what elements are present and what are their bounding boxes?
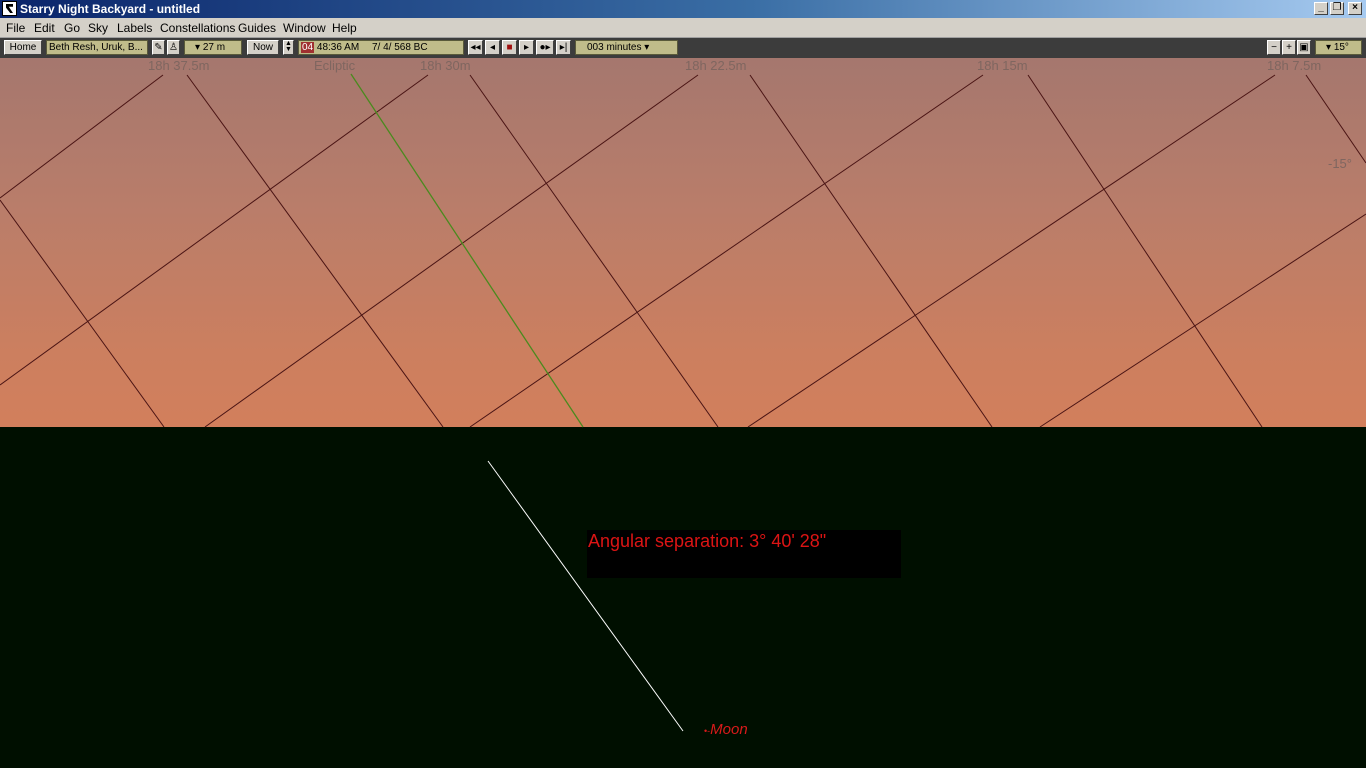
grid-line — [469, 74, 719, 428]
grid-line — [0, 199, 165, 428]
grid-line — [1039, 213, 1366, 428]
ecliptic-line — [350, 73, 584, 428]
grid-line — [1305, 74, 1366, 164]
ra-label-18h22-5m: 18h 22.5m — [685, 58, 747, 73]
moon-label[interactable]: •-Moon — [704, 721, 748, 738]
grid-line — [1027, 74, 1263, 428]
grid-line — [204, 74, 699, 428]
ra-label-18h15m: 18h 15m — [977, 58, 1028, 73]
ra-label-18h7-5m: 18h 7.5m — [1267, 58, 1322, 73]
grid-line — [0, 74, 164, 199]
grid-line — [749, 74, 993, 428]
coordinate-grid — [0, 74, 1366, 428]
angular-separation-box: Angular separation: 3° 40' 28" — [587, 530, 901, 578]
grid-line — [747, 74, 1276, 428]
grid-line — [186, 74, 444, 428]
grid-line — [469, 74, 984, 428]
moon-label-text: Moon — [710, 721, 748, 738]
sky-overlay — [0, 73, 1366, 732]
ecliptic-label: Ecliptic — [314, 58, 356, 73]
measurement-line — [487, 460, 684, 732]
grid-line — [0, 74, 429, 386]
ra-label-18h30m: 18h 30m — [420, 58, 471, 73]
dec-label-minus15: -15° — [1328, 156, 1352, 171]
ra-label-18h37-5m: 18h 37.5m — [148, 58, 210, 73]
angular-separation-text: Angular separation: 3° 40' 28" — [588, 531, 827, 551]
